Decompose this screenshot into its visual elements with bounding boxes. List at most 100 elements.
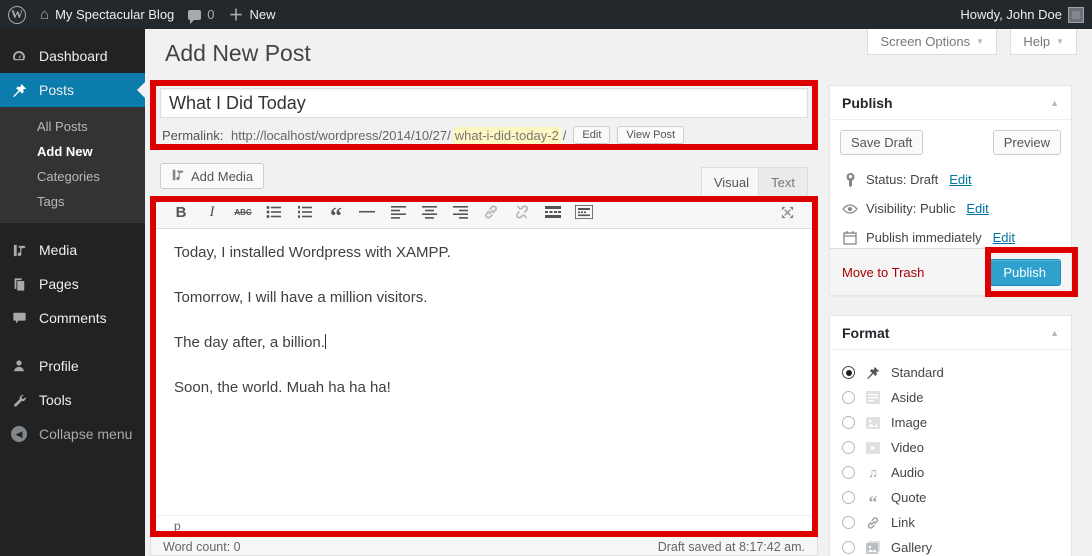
sidebar-label-tools: Tools [39,392,72,408]
post-status-info-bar: Word count: 0 Draft saved at 8:17:42 am. [150,537,818,556]
sidebar-item-categories[interactable]: Categories [0,164,145,189]
sidebar-item-add-new[interactable]: Add New [0,139,145,164]
chevron-down-icon: ▼ [976,37,984,46]
comment-bubble-icon [188,10,201,20]
admin-sidebar: Dashboard Posts All Posts Add New Catego… [0,29,145,556]
fullscreen-icon[interactable] [776,202,798,222]
format-label: Aside [891,390,924,405]
calendar-icon [842,231,858,245]
save-draft-button[interactable]: Save Draft [840,130,923,155]
sidebar-item-dashboard[interactable]: Dashboard [0,39,145,73]
wordpress-logo-icon[interactable]: W [8,6,26,24]
radio-icon[interactable] [842,391,855,404]
howdy-account-link[interactable]: Howdy, John Doe [960,7,1062,22]
word-count-value: 0 [234,540,241,554]
help-label: Help [1023,34,1050,49]
move-to-trash-link[interactable]: Move to Trash [842,265,924,280]
radio-checked-icon[interactable] [842,366,855,379]
permalink-edit-button[interactable]: Edit [573,126,610,144]
plus-icon: ＋ [229,4,244,25]
page-title: Add New Post [165,40,311,67]
image-icon [864,417,882,429]
publish-button[interactable]: Publish [988,259,1061,286]
panel-toggle-icon[interactable]: ▲ [1050,328,1059,338]
editor-content[interactable]: Today, I installed Wordpress with XAMPP.… [156,229,812,435]
help-button[interactable]: Help ▼ [1010,29,1077,55]
post-title-input[interactable] [160,88,808,118]
tab-visual[interactable]: Visual [701,167,762,196]
home-icon: ⌂ [40,6,49,23]
more-tag-icon[interactable] [542,202,564,222]
format-option-aside[interactable]: Aside [842,385,1059,410]
format-label: Image [891,415,927,430]
format-label: Standard [891,365,944,380]
permalink-slug: what-i-did-today-2 [453,127,561,144]
sidebar-item-comments[interactable]: Comments [0,301,145,335]
edit-schedule-link[interactable]: Edit [993,230,1015,245]
format-label: Audio [891,465,924,480]
bold-icon[interactable]: B [170,202,192,222]
radio-icon[interactable] [842,491,855,504]
publish-panel: Publish ▲ Save Draft Preview Status: Dra… [829,85,1072,296]
comments-shortcut[interactable]: 0 [188,7,214,22]
radio-icon[interactable] [842,416,855,429]
user-avatar[interactable] [1068,7,1084,23]
sidebar-item-tags[interactable]: Tags [0,189,145,214]
post-paragraph: The day after, a billion. [174,332,794,354]
format-label: Video [891,440,924,455]
format-panel-header[interactable]: Format ▲ [830,316,1071,350]
link-icon [864,516,882,530]
permalink-trailing-slash: / [563,128,567,143]
bulleted-list-icon[interactable] [263,202,285,222]
status-text: Status: Draft [866,172,938,187]
numbered-list-icon[interactable] [294,202,316,222]
sidebar-item-collapse-menu[interactable]: ◀ Collapse menu [0,417,145,451]
edit-status-link[interactable]: Edit [949,172,971,187]
format-option-standard[interactable]: Standard [842,360,1059,385]
format-option-audio[interactable]: ♫ Audio [842,460,1059,485]
format-option-video[interactable]: Video [842,435,1059,460]
format-option-link[interactable]: Link [842,510,1059,535]
edit-visibility-link[interactable]: Edit [966,201,988,216]
panel-toggle-icon[interactable]: ▲ [1050,98,1059,108]
add-media-button[interactable]: Add Media [160,163,264,189]
format-option-image[interactable]: Image [842,410,1059,435]
collapse-menu-icon: ◀ [9,426,29,442]
unlink-icon[interactable] [511,202,533,222]
sidebar-item-posts[interactable]: Posts [0,73,145,107]
sidebar-item-pages[interactable]: Pages [0,267,145,301]
link-icon[interactable] [480,202,502,222]
italic-icon[interactable]: I [201,202,223,222]
text-cursor [325,334,326,349]
blockquote-icon[interactable]: “ [325,202,347,222]
sidebar-item-tools[interactable]: Tools [0,383,145,417]
radio-icon[interactable] [842,466,855,479]
format-option-quote[interactable]: “ Quote [842,485,1059,510]
publish-panel-header[interactable]: Publish ▲ [830,86,1071,120]
screen-options-button[interactable]: Screen Options ▼ [867,29,997,55]
horizontal-rule-icon[interactable]: — [356,202,378,222]
sidebar-item-profile[interactable]: Profile [0,349,145,383]
preview-button[interactable]: Preview [993,130,1061,155]
align-center-icon[interactable] [418,202,440,222]
align-left-icon[interactable] [387,202,409,222]
toolbar-toggle-icon[interactable] [573,202,595,222]
publish-footer: Move to Trash Publish [830,248,1071,295]
format-option-gallery[interactable]: Gallery [842,535,1059,556]
element-path-bar[interactable]: p [156,515,812,537]
permalink-url: http://localhost/wordpress/2014/10/27/ [231,128,451,143]
align-right-icon[interactable] [449,202,471,222]
pages-icon [9,277,29,292]
editor-toolbar: B I ABC “ — [156,196,812,229]
sidebar-item-all-posts[interactable]: All Posts [0,114,145,139]
tab-text[interactable]: Text [758,167,808,196]
new-content-menu[interactable]: ＋ New [229,4,276,25]
radio-icon[interactable] [842,516,855,529]
view-post-button[interactable]: View Post [617,126,684,144]
format-label: Link [891,515,915,530]
radio-icon[interactable] [842,541,855,554]
radio-icon[interactable] [842,441,855,454]
site-name-link[interactable]: ⌂ My Spectacular Blog [40,6,174,23]
sidebar-item-media[interactable]: Media [0,233,145,267]
strikethrough-icon[interactable]: ABC [232,202,254,222]
